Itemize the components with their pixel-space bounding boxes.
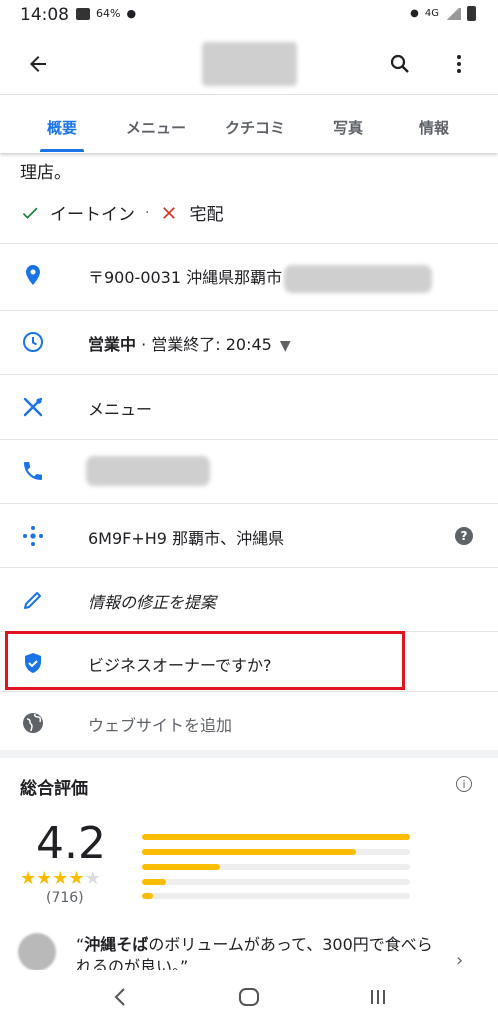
- close-icon: [163, 206, 176, 219]
- nav-home-button[interactable]: [229, 982, 269, 1012]
- phone-redacted: [86, 456, 210, 486]
- review-highlight: 沖縄そば: [84, 935, 149, 954]
- restaurant-icon: [23, 397, 43, 417]
- rating-score: 4.2: [36, 818, 106, 869]
- location-icon: ●: [410, 8, 419, 19]
- suggest-edit-text: 情報の修正を提案: [88, 593, 217, 612]
- signal-icon: [445, 7, 461, 20]
- star-icon: ★: [36, 868, 53, 889]
- rating-bar-1[interactable]: [142, 893, 410, 899]
- active-tab-indicator: [40, 149, 84, 152]
- status-bar: 14:08 64% ● ● 4G: [0, 0, 498, 32]
- description-text: 理店。: [20, 163, 71, 183]
- app-bar: [0, 32, 498, 95]
- plus-code-icon: [23, 526, 43, 546]
- battery-percent: 64%: [96, 7, 121, 20]
- rating-bar-fill: [142, 849, 357, 855]
- menu-link-text: メニュー: [88, 400, 153, 419]
- system-nav-bar: [0, 970, 498, 1024]
- tab-photos[interactable]: 写真: [326, 117, 370, 138]
- tab-overview[interactable]: 概要: [40, 117, 84, 138]
- rating-bar-fill: [142, 879, 167, 885]
- rating-section-title: 総合評価: [20, 779, 88, 799]
- gallery-icon: [76, 7, 90, 20]
- service-separator: ·: [145, 204, 150, 221]
- nav-back-icon: [114, 988, 125, 1006]
- plus-code-row[interactable]: 6M9F+H9 那覇市、沖縄県 ?: [0, 505, 498, 567]
- star-rating: ★★★★★: [20, 868, 101, 889]
- battery-icon: [467, 6, 476, 21]
- tab-reviews[interactable]: クチコミ: [220, 117, 290, 138]
- address-redacted: [284, 264, 433, 293]
- section-divider: [0, 750, 498, 758]
- globe-icon: [23, 713, 43, 733]
- phone-icon: [24, 462, 42, 480]
- hours-detail: · 営業終了: 20:45: [136, 335, 272, 354]
- more-options-button[interactable]: [444, 48, 474, 80]
- address-text: 〒900-0031 沖縄県那覇市: [88, 268, 283, 287]
- star-icon: ★: [20, 868, 37, 889]
- edit-pencil-icon: [24, 592, 41, 609]
- location-pin-icon: [26, 265, 40, 285]
- divider: [0, 374, 498, 375]
- review-snippet[interactable]: “沖縄そばのボリュームがあって、300円で食べられるのが良い。”: [76, 934, 436, 970]
- hours-status: 営業中: [88, 335, 137, 354]
- status-time: 14:08: [20, 5, 69, 25]
- tab-info[interactable]: 情報: [412, 117, 456, 138]
- nav-back-button[interactable]: [100, 982, 140, 1012]
- search-button[interactable]: [384, 48, 416, 80]
- hours-row[interactable]: 営業中 · 営業終了: 20:45 ▼: [0, 311, 498, 373]
- rating-bar-fill: [142, 864, 220, 870]
- clock-icon: [23, 332, 43, 352]
- tab-menu[interactable]: メニュー: [118, 117, 194, 138]
- service-options: イートイン · 宅配: [20, 200, 223, 225]
- place-tabs: 概要 メニュー クチコミ 写真 情報: [0, 95, 498, 153]
- network-type: 4G: [424, 8, 439, 19]
- info-icon[interactable]: i: [456, 776, 472, 792]
- rating-bar-2[interactable]: [142, 879, 410, 885]
- plus-code-text: 6M9F+H9 那覇市、沖縄県: [88, 529, 285, 548]
- arrow-left-icon: [30, 56, 46, 72]
- check-icon: [22, 207, 38, 219]
- rating-bar-4[interactable]: [142, 849, 410, 855]
- rating-bar-3[interactable]: [142, 864, 410, 870]
- place-title-redacted: [202, 42, 297, 86]
- delivery-label: 宅配: [189, 205, 224, 225]
- nav-recents-button[interactable]: [358, 982, 398, 1012]
- chevron-right-icon[interactable]: ›: [456, 950, 463, 971]
- suggest-edit-row[interactable]: 情報の修正を提案: [0, 569, 498, 631]
- divider: [0, 567, 498, 568]
- rating-bar-5[interactable]: [142, 834, 410, 840]
- nav-recents-icon: [371, 990, 385, 1004]
- add-website-row[interactable]: ウェブサイトを追加: [0, 692, 498, 754]
- star-empty-icon: ★: [84, 868, 101, 889]
- rating-bar-fill: [142, 893, 153, 899]
- address-row[interactable]: 〒900-0031 沖縄県那覇市: [0, 244, 498, 306]
- red-highlight-annotation: [5, 631, 405, 690]
- star-icon: ★: [68, 868, 85, 889]
- menu-row[interactable]: メニュー: [0, 376, 498, 438]
- star-icon: ★: [52, 868, 69, 889]
- search-icon: [390, 54, 409, 73]
- notification-dot-icon: ●: [126, 7, 137, 20]
- phone-row[interactable]: [0, 440, 498, 502]
- chevron-down-icon[interactable]: ▼: [280, 338, 291, 354]
- dine-in-label: イートイン: [50, 205, 135, 225]
- back-button[interactable]: [22, 48, 54, 80]
- more-vert-icon: [457, 55, 461, 73]
- nav-home-icon: [239, 988, 259, 1006]
- review-count[interactable]: (716): [46, 890, 84, 906]
- rating-bar-fill: [142, 834, 410, 840]
- divider: [0, 503, 498, 504]
- help-icon[interactable]: ?: [455, 527, 473, 545]
- reviewer-avatar: [18, 933, 56, 971]
- add-website-text: ウェブサイトを追加: [88, 716, 233, 735]
